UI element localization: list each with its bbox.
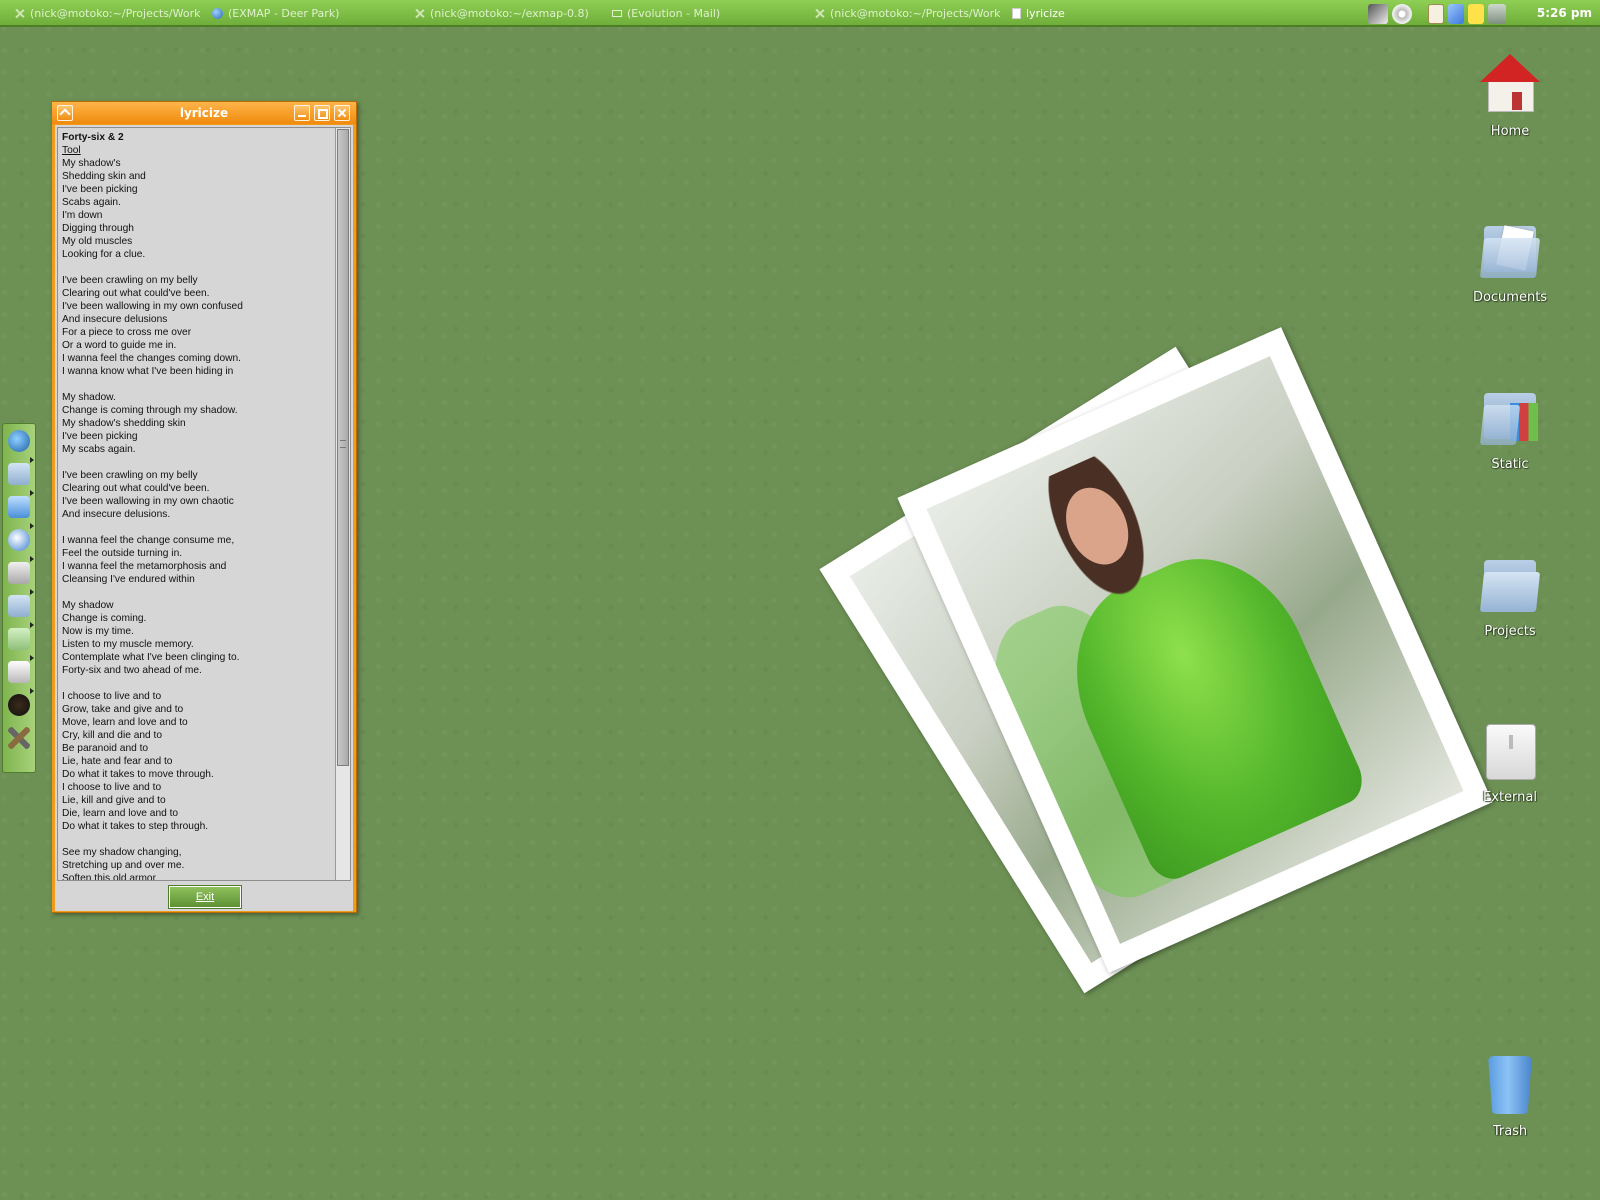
task-browser[interactable]: (EXMAP - Deer Park) [212, 0, 402, 27]
mail-icon [612, 10, 622, 17]
browser-icon[interactable] [8, 529, 30, 551]
drive-icon[interactable] [8, 562, 30, 584]
tools-icon[interactable] [8, 727, 30, 749]
chevron-right-icon [30, 589, 34, 595]
task-label: (Evolution - Mail) [627, 7, 721, 20]
window-client-area: Forty-six & 2 Tool My shadow's Shedding sk… [55, 125, 353, 911]
task-terminal-1[interactable]: (nick@motoko:~/Projects/Workspa [14, 0, 200, 27]
desktop-icon-label: Static [1491, 457, 1529, 472]
window-title: lyricize [179, 106, 229, 120]
network-icon[interactable] [1368, 4, 1388, 24]
home-icon [1478, 52, 1542, 116]
song-title: Forty-six & 2 [62, 132, 124, 143]
top-panel: (nick@motoko:~/Projects/Workspa (EXMAP -… [0, 0, 1600, 27]
clock[interactable]: 5:26 pm [1537, 0, 1592, 27]
clipboard-icon[interactable] [1428, 4, 1444, 24]
photo-front [897, 327, 1493, 973]
chevron-right-icon [30, 490, 34, 496]
task-terminal-3[interactable]: (nick@motoko:~/Projects/Workspa [814, 0, 1000, 27]
static-folder-icon [1478, 385, 1542, 449]
scrollbar-thumb[interactable] [337, 129, 349, 766]
desktop-icon-home[interactable]: Home [1465, 52, 1555, 139]
task-label: (EXMAP - Deer Park) [228, 7, 340, 20]
window-titlebar[interactable]: lyricize [52, 102, 356, 124]
system-tray [1368, 3, 1506, 25]
folder-icon[interactable] [8, 628, 30, 650]
desktop-icon-label: Trash [1492, 1124, 1528, 1139]
lyrics-text-area[interactable]: Forty-six & 2 Tool My shadow's Shedding sk… [57, 127, 351, 881]
maximize-button[interactable] [314, 105, 330, 121]
chevron-right-icon [30, 655, 34, 661]
lyricize-window: lyricize Forty-six & 2 Tool My shadow's Sh… [51, 101, 357, 913]
task-label: (nick@motoko:~/Projects/Workspa [830, 7, 1000, 20]
folder-icon[interactable] [8, 463, 30, 485]
lyrics-body: My shadow's Shedding skin and I've been … [62, 158, 243, 881]
task-label: (nick@motoko:~/Projects/Workspa [30, 7, 200, 20]
desktop-icon-trash[interactable]: Trash [1465, 1052, 1555, 1139]
projects-folder-icon [1478, 552, 1542, 616]
launcher-dock [2, 423, 36, 773]
lyrics-content: Forty-six & 2 Tool My shadow's Shedding sk… [62, 131, 332, 881]
close-button[interactable] [334, 105, 350, 121]
desktop-icon-projects[interactable]: Projects [1465, 552, 1555, 639]
globe-icon [212, 8, 223, 19]
chevron-right-icon [30, 688, 34, 694]
chevron-right-icon [30, 523, 34, 529]
minimize-button[interactable] [294, 105, 310, 121]
desktop-icon-static[interactable]: Static [1465, 385, 1555, 472]
task-label: lyricize [1026, 7, 1065, 20]
task-mail[interactable]: (Evolution - Mail) [612, 0, 802, 27]
globe-icon[interactable] [8, 430, 30, 452]
song-artist[interactable]: Tool [62, 144, 332, 157]
terminal-icon [814, 8, 825, 19]
desktop-icon-label: Projects [1484, 624, 1536, 639]
pencil-icon[interactable] [1448, 4, 1464, 24]
task-terminal-2[interactable]: (nick@motoko:~/exmap-0.8) [414, 0, 599, 27]
terminal-icon [14, 8, 25, 19]
monitor-icon[interactable] [1488, 4, 1506, 24]
desktop-icon-label: Home [1490, 124, 1530, 139]
documents-folder-icon [1478, 218, 1542, 282]
desktop-icon-label: Documents [1472, 290, 1548, 305]
document-icon [1012, 8, 1021, 19]
external-drive-icon [1478, 718, 1542, 782]
mail-icon[interactable] [8, 496, 30, 518]
music-icon[interactable] [8, 595, 30, 617]
desktop-icon-label: External [1483, 790, 1537, 805]
cd-icon[interactable] [1392, 4, 1412, 24]
desktop-icon-documents[interactable]: Documents [1465, 218, 1555, 305]
desktop-icon-external[interactable]: External [1465, 718, 1555, 805]
gnome-icon[interactable] [8, 694, 30, 716]
task-label: (nick@motoko:~/exmap-0.8) [430, 7, 589, 20]
notes-icon[interactable] [1468, 4, 1484, 24]
chevron-right-icon [30, 622, 34, 628]
trash-icon[interactable] [8, 661, 30, 683]
chevron-right-icon [30, 457, 34, 463]
vertical-scrollbar[interactable] [335, 128, 350, 880]
chevron-right-icon [30, 556, 34, 562]
terminal-icon [414, 8, 425, 19]
task-lyricize[interactable]: lyricize [1012, 0, 1132, 27]
exit-button[interactable]: Exit [168, 885, 242, 909]
trash-icon [1478, 1052, 1542, 1116]
